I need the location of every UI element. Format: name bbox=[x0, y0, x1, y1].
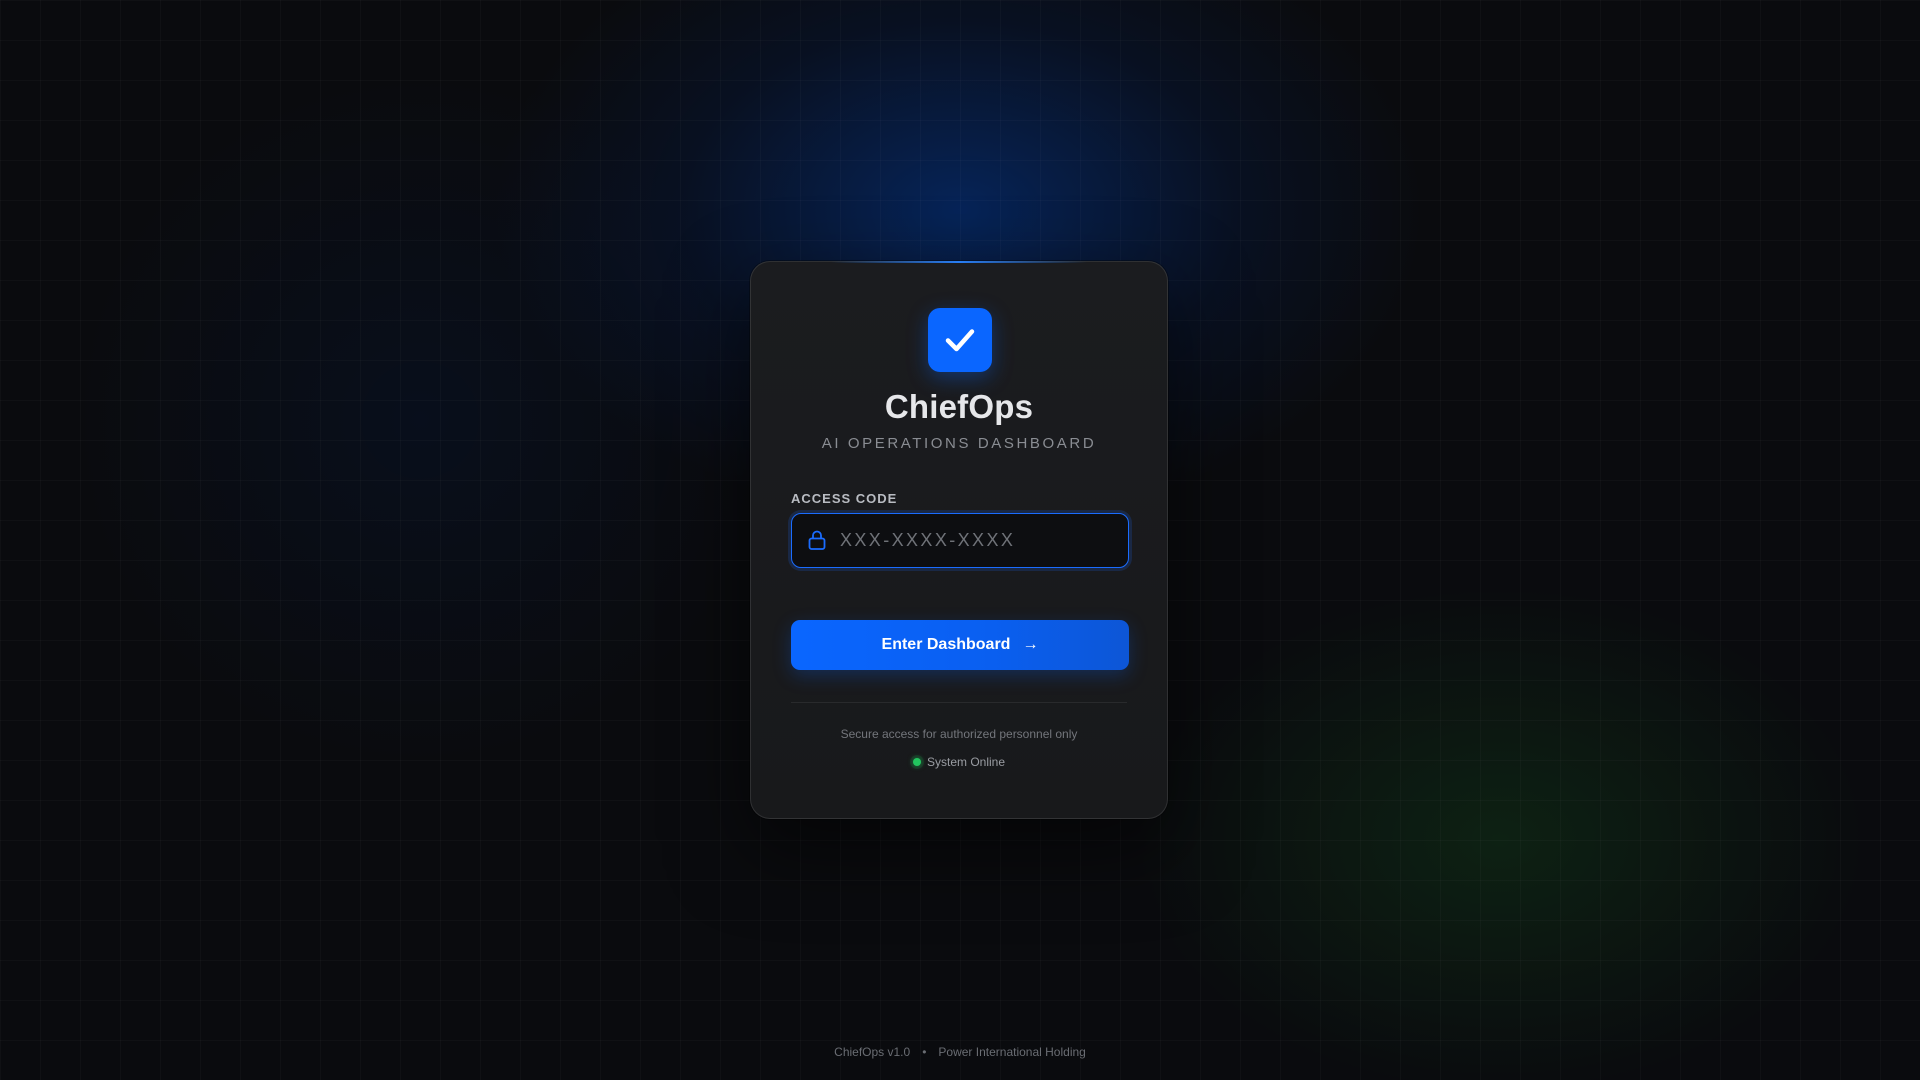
lock-icon bbox=[808, 530, 826, 550]
login-card: ChiefOps AI OPERATIONS DASHBOARD ACCESS … bbox=[750, 261, 1168, 819]
status-text: System Online bbox=[926, 755, 1006, 769]
footer-company: Power International Holding bbox=[938, 1045, 1086, 1059]
app-subtitle: AI OPERATIONS DASHBOARD bbox=[821, 435, 1097, 452]
app-logo bbox=[928, 308, 992, 372]
enter-dashboard-label: Enter Dashboard bbox=[881, 636, 1011, 653]
divider bbox=[791, 702, 1127, 703]
login-page: ChiefOps AI OPERATIONS DASHBOARD ACCESS … bbox=[0, 0, 1920, 1080]
secure-access-note: Secure access for authorized personnel o… bbox=[840, 727, 1078, 741]
footer-version: ChiefOps v1.0 bbox=[834, 1045, 911, 1059]
access-code-label: ACCESS CODE bbox=[791, 491, 898, 506]
enter-dashboard-button[interactable]: Enter Dashboard → bbox=[791, 620, 1129, 670]
card-top-glow bbox=[831, 261, 1087, 263]
footer-separator: • bbox=[922, 1045, 927, 1059]
access-code-field[interactable] bbox=[791, 513, 1129, 568]
system-status: System Online bbox=[751, 755, 1167, 769]
app-title: ChiefOps bbox=[884, 388, 1034, 425]
status-dot-icon bbox=[912, 758, 921, 766]
page-footer: ChiefOps v1.0 • Power International Hold… bbox=[0, 1045, 1920, 1059]
access-code-input[interactable] bbox=[840, 514, 1120, 566]
checkmark-icon bbox=[945, 329, 975, 352]
arrow-right-icon: → bbox=[1022, 636, 1039, 653]
